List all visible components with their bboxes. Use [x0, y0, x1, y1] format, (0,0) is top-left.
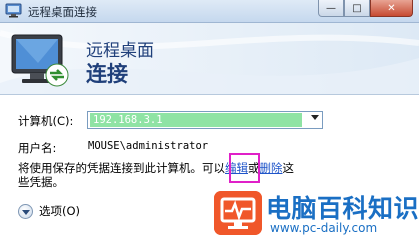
- maximize-icon: □: [352, 2, 362, 14]
- banner-title-line2: 连接: [86, 62, 128, 86]
- computer-label: 计算机(C):: [18, 114, 74, 128]
- username-value: MOUSE\administrator: [88, 140, 209, 152]
- expand-icon[interactable]: [18, 203, 33, 219]
- window-title: 远程桌面连接: [28, 5, 97, 19]
- monitor-icon: [11, 34, 69, 87]
- options-toggle[interactable]: 选项(O): [18, 203, 80, 219]
- chevron-down-icon[interactable]: [311, 115, 319, 120]
- username-label: 用户名:: [18, 141, 57, 155]
- close-button[interactable]: ✕: [370, 0, 413, 17]
- watermark-url: www.pc-daily.com: [270, 221, 378, 235]
- computer-input[interactable]: 192.168.3.1: [90, 113, 302, 127]
- maximize-button[interactable]: □: [344, 0, 370, 17]
- remote-desktop-icon: [5, 3, 22, 18]
- delete-link[interactable]: 删除: [260, 161, 283, 175]
- window-controls: — □ ✕: [318, 0, 413, 18]
- minimize-icon: —: [326, 2, 336, 14]
- header-banner: 远程桌面 连接: [0, 23, 419, 95]
- watermark-brand: 电脑百科知识: [266, 194, 419, 223]
- credential-info-line2: 些凭据。: [18, 175, 64, 189]
- title-bar: 远程桌面连接 — □ ✕: [0, 0, 419, 23]
- close-icon: ✕: [387, 2, 396, 14]
- highlight-box: [229, 153, 260, 183]
- minimize-button[interactable]: —: [318, 0, 344, 17]
- watermark-logo: [214, 191, 262, 235]
- computer-combobox[interactable]: 192.168.3.1: [87, 111, 323, 129]
- options-label: 选项(O): [39, 204, 81, 218]
- info-suffix: 这: [282, 161, 295, 175]
- info-prefix: 将使用保存的凭据连接到此计算机。可以: [18, 161, 225, 175]
